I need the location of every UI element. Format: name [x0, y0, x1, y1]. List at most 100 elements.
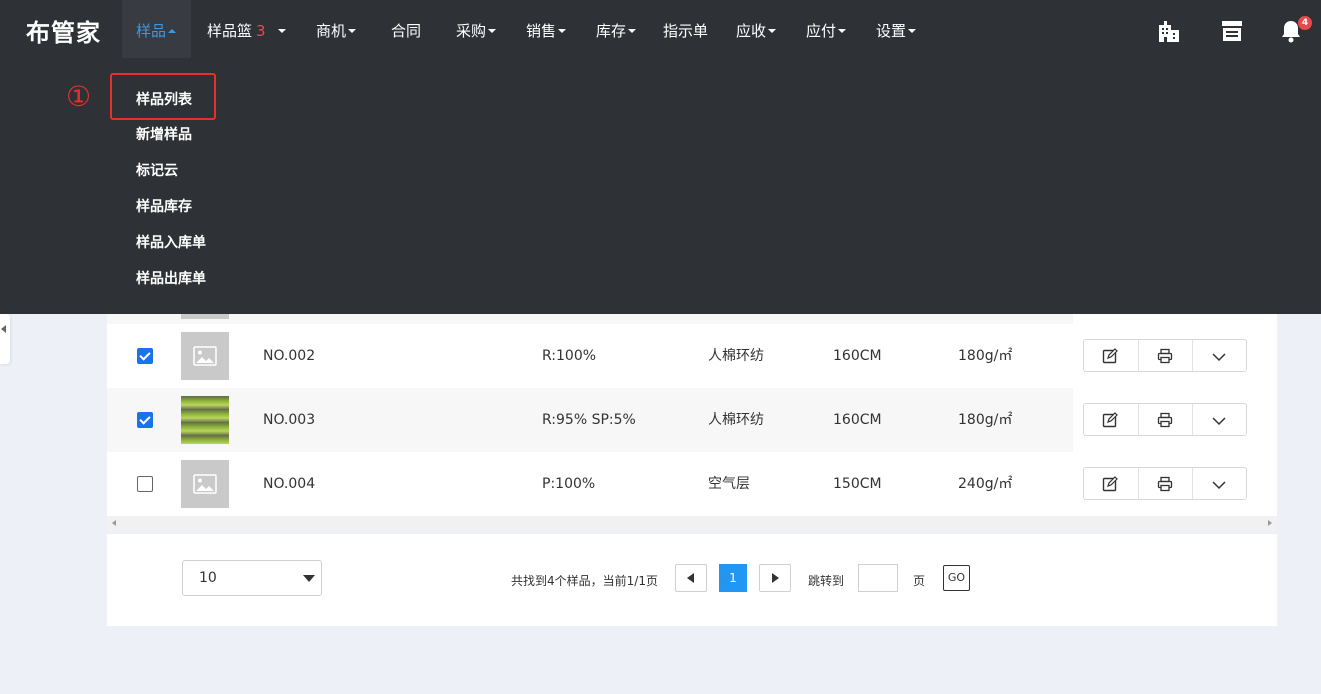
- sample-weave: 人棉环纺: [708, 348, 764, 364]
- highlight-box: [110, 73, 216, 120]
- menu-item-stock-in[interactable]: 样品入库单: [136, 232, 206, 252]
- sample-weight: 180g/㎡: [958, 412, 1013, 428]
- table-row: NO.004 P:100% 空气层 150CM 240g/㎡: [107, 452, 1247, 516]
- page-size-value: 10: [199, 570, 217, 586]
- sample-composition: R:95% SP:5%: [542, 412, 636, 428]
- more-dropdown-button[interactable]: [1192, 468, 1246, 499]
- edit-icon: [1102, 412, 1118, 428]
- row-action-group: [1083, 339, 1247, 372]
- chevron-down-icon: [1212, 417, 1226, 426]
- chevron-down-icon: [1212, 353, 1226, 362]
- sample-thumbnail[interactable]: [181, 396, 229, 444]
- caret-down-icon: [908, 28, 917, 33]
- print-button[interactable]: [1138, 340, 1192, 371]
- caret-down-icon: [303, 575, 315, 582]
- nav-purchase-label: 采购: [456, 22, 487, 40]
- caret-down-icon: [768, 28, 777, 33]
- caret-down-icon: [348, 28, 357, 33]
- image-placeholder-icon: [193, 474, 217, 494]
- caret-left-icon: [687, 573, 694, 583]
- nav-sample-cart-label: 样品篮: [207, 22, 253, 40]
- print-button[interactable]: [1138, 404, 1192, 435]
- sample-weave: 空气层: [708, 476, 750, 492]
- nav-settings[interactable]: 设置: [876, 0, 917, 58]
- table-row: NO.003 R:95% SP:5% 人棉环纺 160CM 180g/㎡: [107, 388, 1247, 452]
- nav-opportunity[interactable]: 商机: [316, 0, 357, 58]
- edit-button[interactable]: [1084, 468, 1138, 499]
- sample-width: 150CM: [833, 476, 882, 492]
- notification-badge: 4: [1298, 16, 1312, 30]
- more-dropdown-button[interactable]: [1192, 340, 1246, 371]
- menu-item-stock-out[interactable]: 样品出库单: [136, 268, 206, 288]
- jump-page-input[interactable]: [858, 564, 898, 592]
- caret-down-icon: [488, 28, 497, 33]
- sample-weave: 人棉环纺: [708, 412, 764, 428]
- nav-receivable[interactable]: 应收: [736, 0, 777, 58]
- row-checkbox[interactable]: [137, 348, 153, 364]
- step-marker: ①: [66, 80, 92, 113]
- building-icon[interactable]: [1156, 18, 1182, 44]
- chevron-down-icon: [1212, 481, 1226, 490]
- row-checkbox[interactable]: [137, 476, 153, 492]
- edit-icon: [1102, 476, 1118, 492]
- nav-sales-label: 销售: [526, 22, 557, 40]
- nav-contract-label: 合同: [391, 22, 422, 40]
- table-row: [107, 314, 1073, 324]
- caret-down-icon: [278, 28, 287, 33]
- sample-code[interactable]: NO.004: [263, 452, 315, 516]
- caret-right-icon: [772, 573, 779, 583]
- menu-item-tag-cloud[interactable]: 标记云: [136, 160, 178, 180]
- menu-item-new-sample[interactable]: 新增样品: [136, 124, 192, 144]
- app-logo[interactable]: 布管家: [26, 13, 101, 48]
- cart-count-badge: 3: [256, 22, 266, 40]
- image-placeholder-icon: [193, 346, 217, 366]
- row-checkbox[interactable]: [137, 412, 153, 428]
- scroll-right-icon[interactable]: [1268, 520, 1272, 526]
- page-size-select[interactable]: 10: [182, 560, 322, 596]
- pagination-bar: 10 共找到4个样品，当前1/1页 1 跳转到 页 GO: [107, 534, 1277, 626]
- go-button[interactable]: GO: [943, 565, 970, 591]
- nav-purchase[interactable]: 采购: [456, 0, 497, 58]
- caret-down-icon: [558, 28, 567, 33]
- next-page-button[interactable]: [759, 564, 791, 592]
- sample-thumbnail[interactable]: [181, 460, 229, 508]
- caret-up-icon: [168, 28, 177, 33]
- sample-composition: R:100%: [542, 348, 597, 364]
- nav-instruction[interactable]: 指示单: [663, 0, 708, 58]
- row-action-group: [1083, 403, 1247, 436]
- nav-samples-label: 样品: [136, 22, 167, 40]
- row-action-group: [1083, 467, 1247, 500]
- store-icon[interactable]: [1219, 18, 1245, 44]
- nav-inventory-label: 库存: [596, 22, 627, 40]
- scroll-left-icon[interactable]: [112, 520, 116, 526]
- more-dropdown-button[interactable]: [1192, 404, 1246, 435]
- nav-sample-cart[interactable]: 样品篮 3: [207, 0, 287, 58]
- sample-thumbnail[interactable]: [181, 332, 229, 380]
- top-navbar: 布管家 样品 样品篮 3 商机 合同 采购 销售 库存 指示单 应收 应付 设置 …: [0, 0, 1321, 58]
- menu-item-sample-stock[interactable]: 样品库存: [136, 196, 192, 216]
- sample-code[interactable]: NO.002: [263, 324, 315, 388]
- sample-code[interactable]: NO.003: [263, 388, 315, 452]
- print-icon: [1157, 412, 1173, 428]
- nav-contract[interactable]: 合同: [391, 0, 421, 58]
- page-unit-label: 页: [913, 574, 926, 588]
- edit-button[interactable]: [1084, 404, 1138, 435]
- current-page-button[interactable]: 1: [719, 564, 747, 592]
- edit-button[interactable]: [1084, 340, 1138, 371]
- print-button[interactable]: [1138, 468, 1192, 499]
- sidebar-toggle[interactable]: [0, 314, 10, 364]
- nav-samples[interactable]: 样品: [122, 0, 191, 58]
- nav-sales[interactable]: 销售: [526, 0, 567, 58]
- sample-composition: P:100%: [542, 476, 596, 492]
- nav-opportunity-label: 商机: [316, 22, 347, 40]
- chevron-left-icon: [1, 325, 6, 333]
- horizontal-scrollbar[interactable]: [107, 516, 1277, 531]
- nav-inventory[interactable]: 库存: [596, 0, 637, 58]
- print-icon: [1157, 476, 1173, 492]
- prev-page-button[interactable]: [675, 564, 707, 592]
- nav-payable-label: 应付: [806, 22, 837, 40]
- edit-icon: [1102, 348, 1118, 364]
- nav-payable[interactable]: 应付: [806, 0, 847, 58]
- jump-to-label: 跳转到: [808, 574, 845, 588]
- sample-width: 160CM: [833, 412, 882, 428]
